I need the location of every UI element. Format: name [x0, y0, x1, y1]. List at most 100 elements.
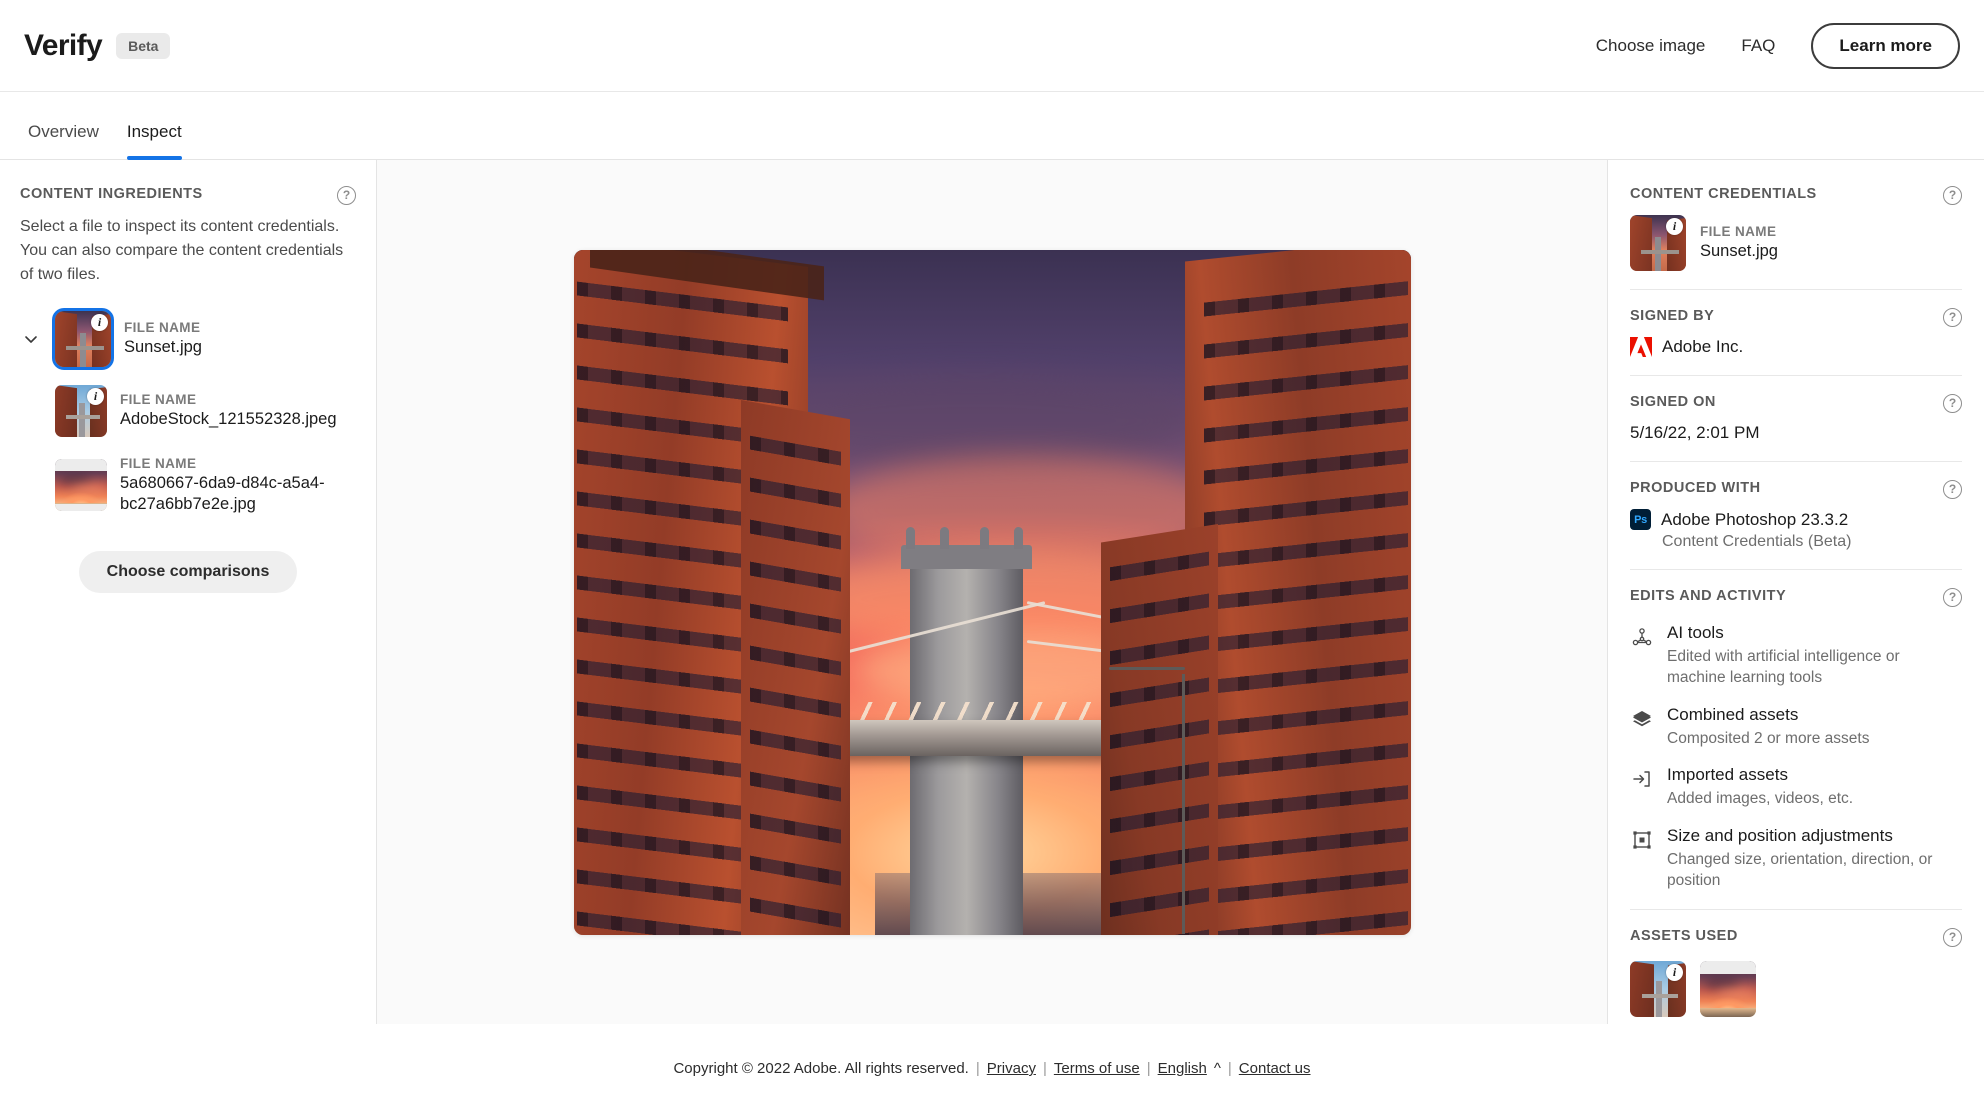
signed-by-section: SIGNED BY ? Adobe Inc. [1630, 308, 1962, 375]
chevron-up-icon[interactable]: ^ [1214, 1060, 1221, 1077]
adobe-logo-icon [1630, 337, 1652, 357]
thumbnail-letterbox [55, 459, 107, 471]
activity-item-combined-assets: Combined assets Composited 2 or more ass… [1630, 705, 1962, 749]
activity-desc: Edited with artificial intelligence or m… [1667, 648, 1900, 687]
help-icon[interactable]: ? [1943, 588, 1962, 607]
language-link[interactable]: English [1158, 1060, 1207, 1077]
image-viewer [377, 160, 1608, 1024]
content-credentials-panel: CONTENT CREDENTIALS ? i FILE NAME Sunset… [1608, 160, 1984, 1024]
assets-used-header: ASSETS USED ? [1630, 928, 1962, 948]
choose-image-link[interactable]: Choose image [1596, 36, 1706, 56]
contact-link[interactable]: Contact us [1239, 1060, 1311, 1077]
info-icon[interactable]: i [87, 388, 104, 405]
choose-comparisons-button[interactable]: Choose comparisons [78, 551, 298, 594]
activity-text: Combined assets Composited 2 or more ass… [1667, 705, 1869, 749]
file-name-label: FILE NAME [120, 392, 197, 408]
activity-text: Imported assets Added images, videos, et… [1667, 765, 1853, 809]
layers-icon [1630, 707, 1654, 731]
signed-on-section: SIGNED ON ? 5/16/22, 2:01 PM [1630, 394, 1962, 461]
credentials-section: CONTENT CREDENTIALS ? i FILE NAME Sunset… [1630, 186, 1962, 289]
brand: Verify Beta [24, 29, 171, 63]
asset-thumbnail[interactable] [1700, 961, 1756, 1018]
signed-by-value-row: Adobe Inc. [1630, 337, 1962, 357]
header-nav: Choose image FAQ Learn more [1596, 22, 1960, 69]
main-image[interactable] [573, 249, 1411, 935]
faq-link[interactable]: FAQ [1741, 36, 1775, 56]
activity-text: AI tools Edited with artificial intellig… [1667, 623, 1962, 689]
produced-with-section: PRODUCED WITH ? Ps Adobe Photoshop 23.3.… [1630, 480, 1962, 569]
street-lamp-pole [1181, 674, 1185, 935]
content-ingredients-description: Select a file to inspect its content cre… [20, 218, 344, 283]
assets-used-list: i [1630, 961, 1962, 1018]
separator: | [1146, 1060, 1151, 1077]
help-icon[interactable]: ? [1943, 480, 1962, 499]
file-name-label: FILE NAME [1700, 224, 1777, 240]
help-icon[interactable]: ? [337, 186, 356, 205]
asset-thumbnail[interactable]: i [1630, 961, 1686, 1018]
activity-title: Combined assets [1667, 704, 1799, 724]
file-thumbnail[interactable]: i [52, 308, 114, 370]
thumbnail-letterbox [1700, 961, 1756, 974]
activity-item-ai-tools: AI tools Edited with artificial intellig… [1630, 623, 1962, 689]
chevron-down-icon[interactable] [20, 330, 42, 348]
thumbnail-letterbox [55, 503, 107, 512]
file-name-label: FILE NAME [120, 456, 197, 471]
produced-with-header: PRODUCED WITH ? [1630, 480, 1962, 499]
info-icon[interactable]: i [91, 314, 108, 331]
activity-title: Imported assets [1667, 765, 1788, 785]
separator: | [1042, 1060, 1047, 1077]
privacy-link[interactable]: Privacy [987, 1060, 1036, 1077]
app-footer: Copyright © 2022 Adobe. All rights reser… [0, 1024, 1984, 1113]
learn-more-button[interactable]: Learn more [1811, 22, 1960, 69]
activity-title: AI tools [1667, 623, 1724, 642]
separator: | [1227, 1060, 1232, 1077]
signed-on-title: SIGNED ON [1630, 394, 1716, 410]
content-ingredients-panel: CONTENT INGREDIENTS ? Select a file to i… [0, 160, 377, 1024]
file-thumbnail[interactable]: i [1630, 215, 1686, 271]
file-meta: FILE NAME Sunset.jpg [124, 319, 202, 358]
photoshop-icon: Ps [1630, 509, 1651, 530]
tab-overview[interactable]: Overview [14, 122, 113, 159]
file-name-value: Sunset.jpg [124, 338, 202, 357]
produced-with-value-row: Ps Adobe Photoshop 23.3.2 [1630, 509, 1962, 530]
tab-inspect[interactable]: Inspect [113, 122, 196, 160]
help-icon[interactable]: ? [1943, 186, 1962, 205]
file-thumbnail[interactable] [55, 459, 107, 512]
help-icon[interactable]: ? [1943, 928, 1962, 948]
edits-activity-header: EDITS AND ACTIVITY ? [1630, 588, 1962, 607]
activity-desc: Composited 2 or more assets [1667, 729, 1870, 747]
ai-tools-icon [1630, 625, 1654, 649]
file-meta: FILE NAME 5a680667-6da9-d84c-a5a4-bc27a6… [120, 455, 356, 515]
signed-on-value: 5/16/22, 2:01 PM [1630, 423, 1760, 442]
main-body: CONTENT INGREDIENTS ? Select a file to i… [0, 160, 1984, 1024]
tabbar: Overview Inspect [0, 92, 1984, 160]
help-icon[interactable]: ? [1943, 308, 1962, 327]
credentials-title: CONTENT CREDENTIALS [1630, 186, 1817, 202]
signed-by-header: SIGNED BY ? [1630, 308, 1962, 327]
produced-with-value: Adobe Photoshop 23.3.2 [1661, 509, 1849, 529]
help-icon[interactable]: ? [1943, 394, 1962, 413]
building-right [1184, 249, 1411, 935]
divider [1630, 909, 1962, 911]
building-left-back [740, 400, 850, 935]
file-name-value: AdobeStock_121552328.jpeg [120, 410, 337, 429]
info-icon[interactable]: i [1666, 218, 1683, 235]
list-item[interactable]: FILE NAME 5a680667-6da9-d84c-a5a4-bc27a6… [20, 455, 356, 515]
terms-link[interactable]: Terms of use [1054, 1060, 1140, 1077]
list-item[interactable]: i FILE NAME AdobeStock_121552328.jpeg [20, 385, 356, 437]
edits-activity-title: EDITS AND ACTIVITY [1630, 588, 1787, 604]
edits-activity-section: EDITS AND ACTIVITY ? AI tools Edited wit… [1630, 588, 1962, 909]
produced-with-subvalue: Content Credentials (Beta) [1662, 533, 1852, 550]
bridge-tower-cap [900, 527, 1032, 569]
activity-title: Size and position adjustments [1667, 825, 1893, 845]
photo-scene [573, 249, 1411, 935]
file-thumbnail[interactable]: i [55, 385, 107, 437]
file-meta: FILE NAME AdobeStock_121552328.jpeg [120, 391, 337, 430]
signed-by-title: SIGNED BY [1630, 308, 1715, 324]
app-header: Verify Beta Choose image FAQ Learn more [0, 0, 1984, 92]
file-name-value: Sunset.jpg [1700, 242, 1778, 261]
assets-used-title: ASSETS USED [1630, 928, 1738, 945]
divider [1630, 375, 1962, 376]
activity-text: Size and position adjustments Changed si… [1667, 826, 1962, 892]
list-item[interactable]: i FILE NAME Sunset.jpg [20, 308, 356, 370]
